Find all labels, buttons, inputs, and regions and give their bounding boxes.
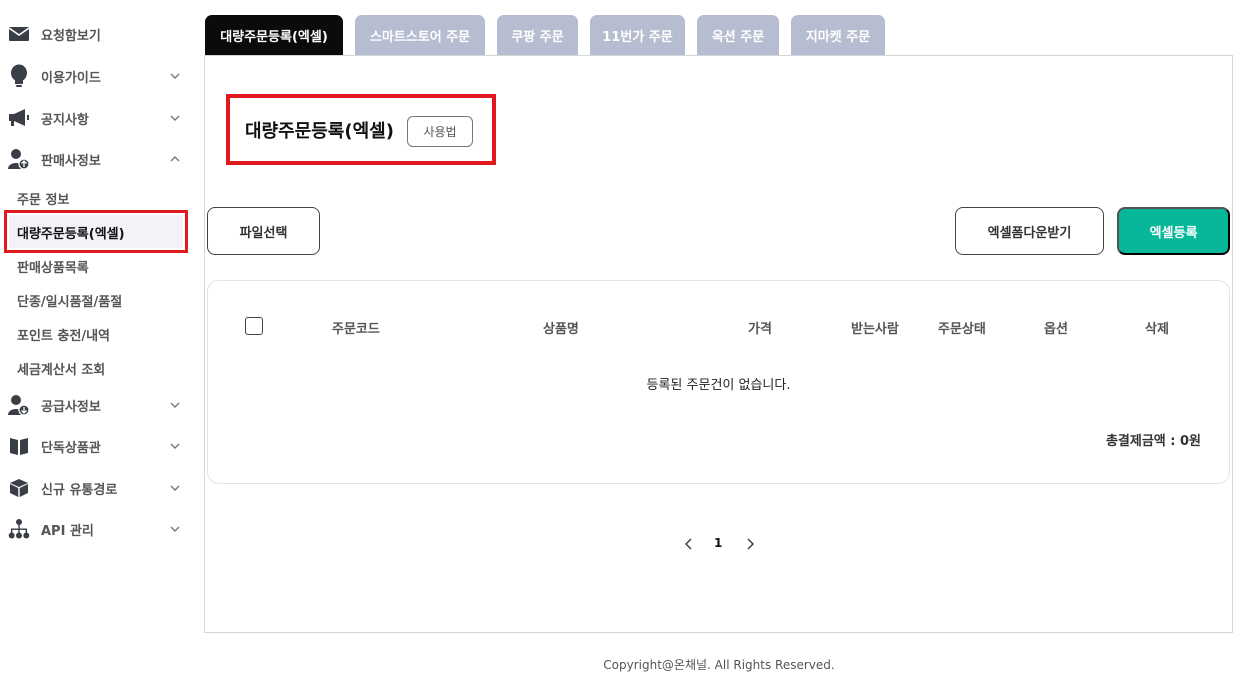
sidebar-item-label: API 관리: [41, 523, 94, 539]
column-header-recipient: 받는사람: [851, 322, 899, 337]
pagination-current-page[interactable]: 1: [714, 536, 722, 550]
tab-auction-order[interactable]: 옥션 주문: [697, 15, 779, 55]
chevron-down-icon: [170, 526, 180, 532]
box-icon: [8, 477, 30, 499]
chevron-down-icon: [170, 115, 180, 121]
megaphone-icon: [8, 107, 30, 129]
column-header-order-code: 주문코드: [332, 322, 380, 337]
excel-register-button[interactable]: 엑셀등록: [1117, 207, 1230, 255]
panel-divider: [204, 55, 1233, 56]
total-amount: 총결제금액 : 0원: [1105, 434, 1201, 449]
sidebar-subitem-product-list[interactable]: 판매상품목록: [17, 257, 89, 276]
sidebar-item-api[interactable]: API 관리: [0, 511, 190, 547]
tab-gmarket-order[interactable]: 지마켓 주문: [791, 15, 885, 55]
chevron-down-icon: [170, 443, 180, 449]
sidebar-item-label: 공급사정보: [41, 399, 101, 415]
tab-smartstore-order[interactable]: 스마트스토어 주문: [355, 15, 485, 55]
network-icon: [8, 518, 30, 540]
sidebar-item-label: 판매사정보: [41, 153, 101, 169]
sidebar-item-label: 공지사항: [41, 112, 89, 128]
sidebar-item-inbox[interactable]: 요청함보기: [0, 16, 190, 52]
sidebar-item-guide[interactable]: 이용가이드: [0, 58, 190, 94]
column-header-product-name: 상품명: [543, 322, 579, 337]
footer: Copyright@온채널. All Rights Reserved.: [0, 656, 1242, 673]
page-title: 대량주문등록(엑셀): [245, 121, 394, 142]
book-icon: [8, 435, 30, 457]
chevron-down-icon: [170, 485, 180, 491]
usage-button[interactable]: 사용법: [407, 116, 473, 147]
sidebar-item-notice[interactable]: 공지사항: [0, 100, 190, 136]
sidebar-subitem-points[interactable]: 포인트 충전/내역: [17, 325, 110, 344]
chevron-down-icon: [170, 73, 180, 79]
chevron-up-icon: [170, 156, 180, 162]
select-all-checkbox[interactable]: [245, 317, 263, 335]
chevron-right-icon[interactable]: [743, 537, 757, 551]
sidebar-item-label: 신규 유통경로: [41, 482, 118, 498]
sidebar-subitem-bulk-order[interactable]: 대량주문등록(엑셀): [17, 223, 125, 242]
sidebar-item-new-channel[interactable]: 신규 유통경로: [0, 470, 190, 506]
excel-form-download-button[interactable]: 엑셀폼다운받기: [955, 207, 1104, 255]
sidebar-subitem-order-info[interactable]: 주문 정보: [17, 189, 69, 208]
sidebar-item-seller-info[interactable]: 판매사정보: [0, 141, 190, 177]
file-select-button[interactable]: 파일선택: [207, 207, 320, 255]
chevron-down-icon: [170, 402, 180, 408]
tab-11st-order[interactable]: 11번가 주문: [590, 15, 685, 55]
seller-user-icon: [8, 148, 30, 170]
tab-coupang-order[interactable]: 쿠팡 주문: [497, 15, 578, 55]
column-header-price: 가격: [748, 322, 772, 337]
column-header-order-status: 주문상태: [938, 322, 986, 337]
copyright-text: Copyright@온채널. All Rights Reserved.: [603, 658, 835, 672]
sidebar-item-label: 요청함보기: [41, 28, 101, 44]
sidebar-item-label: 이용가이드: [41, 70, 101, 86]
sidebar: 요청함보기 이용가이드 공지사항 판매사정보 주문 정보 대량주문등록(엑셀) …: [0, 0, 195, 680]
sidebar-subitem-discontinued[interactable]: 단종/일시품절/품절: [17, 291, 122, 310]
column-header-option: 옵션: [1044, 322, 1068, 337]
column-header-delete: 삭제: [1145, 322, 1169, 337]
envelope-icon: [8, 23, 30, 45]
tab-bulk-order-excel[interactable]: 대량주문등록(엑셀): [205, 15, 343, 55]
sidebar-item-label: 단독상품관: [41, 440, 101, 456]
supplier-user-icon: [8, 394, 30, 416]
sidebar-item-exclusive[interactable]: 단독상품관: [0, 428, 190, 464]
chevron-left-icon[interactable]: [682, 537, 696, 551]
empty-message: 등록된 주문건이 없습니다.: [646, 378, 791, 393]
lightbulb-icon: [8, 64, 30, 87]
